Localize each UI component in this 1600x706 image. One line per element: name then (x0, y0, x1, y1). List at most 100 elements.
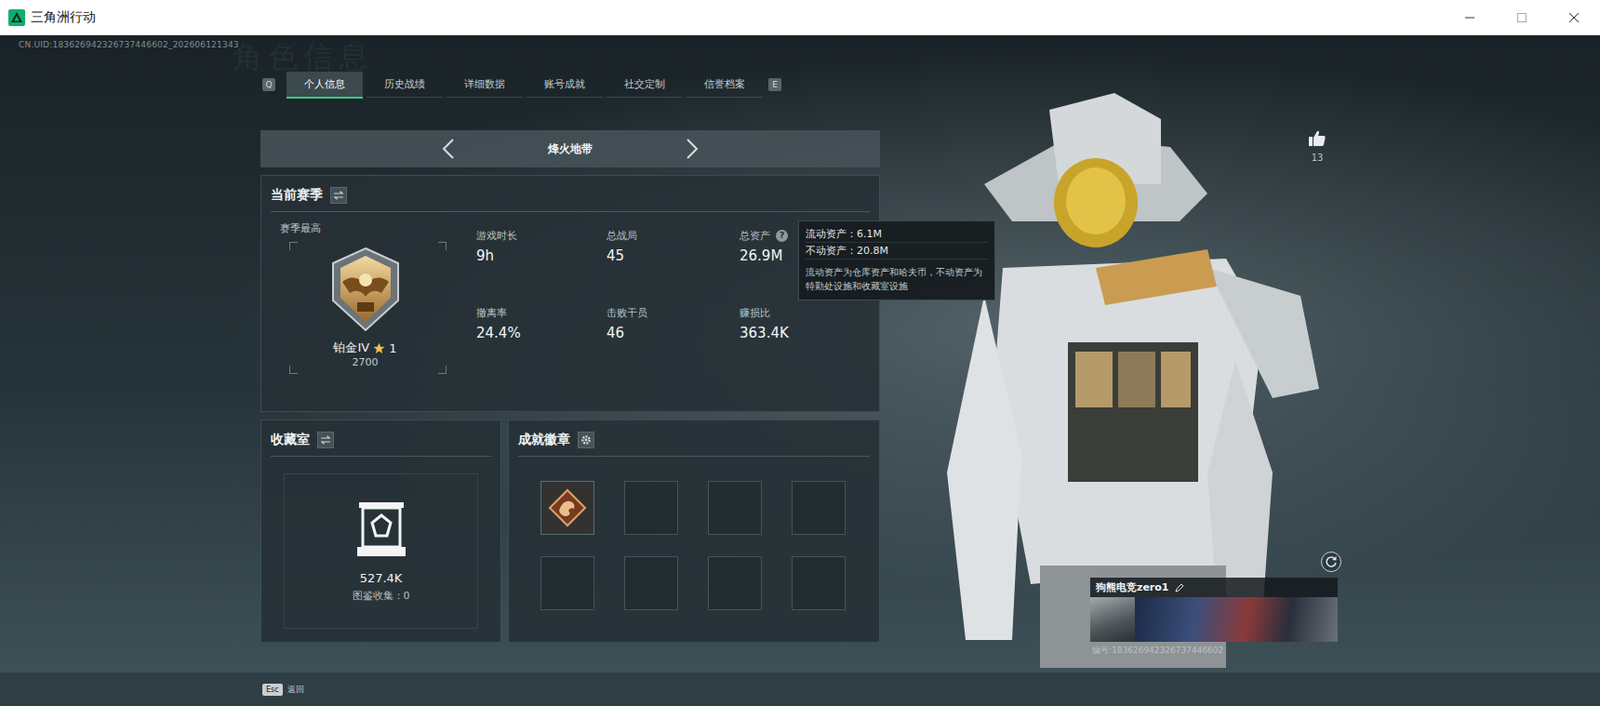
dragon-badge-icon (547, 488, 587, 528)
tab[interactable]: 详细数据 (446, 71, 523, 98)
season-body: 赛季最高铂金IV 1 2700 游戏时长 9h 总战局 45总资产?26.9M流动资产：6.… (270, 212, 870, 384)
title-bar: 三角洲行动 (0, 0, 1600, 36)
gear-icon (580, 434, 592, 446)
window-title: 三角洲行动 (30, 9, 96, 27)
close-button[interactable] (1547, 0, 1600, 35)
chevron-right-icon (685, 138, 699, 160)
collection-body[interactable]: 527.4K 图鉴收集：0 (283, 473, 479, 629)
stat-value: 9h (476, 247, 607, 265)
next-mode-button[interactable] (681, 134, 703, 163)
season-header: 当前赛季 (270, 183, 870, 213)
stat-value: 363.4K (739, 324, 870, 342)
stat-label: 总资产 (739, 228, 771, 243)
stat-label: 游戏时长 (476, 228, 518, 243)
catalog-count: 图鉴收集：0 (352, 588, 411, 603)
rank-badge-icon (323, 244, 408, 334)
edit-icon[interactable] (1174, 583, 1185, 593)
rank-name: 铂金IV (333, 339, 370, 357)
chevron-left-icon (441, 138, 455, 160)
stat: 撤离率24.4% (476, 306, 607, 384)
profile-screen: CN.UID:183626942326737446602_20260612134… (0, 35, 1600, 673)
player-name: 狗熊电竞zero1 (1095, 580, 1170, 595)
stat: 总资产?26.9M流动资产：6.1M不动资产：20.8M流动资产为仓库资产和哈夫… (739, 228, 870, 307)
badge-slots (518, 456, 870, 611)
tooltip-line: 流动资产：6.1M (805, 226, 988, 243)
avatar-image (1090, 597, 1135, 642)
bottom-cards: 收藏室 527.4K 图鉴收集：0 成就徽章 (260, 419, 880, 643)
esc-key: Esc (262, 683, 283, 696)
logo-icon (8, 9, 26, 27)
asset-tooltip: 流动资产：6.1M不动资产：20.8M 流动资产为仓库资产和哈夫币，不动资产为特勤… (798, 220, 996, 301)
badge-slot[interactable] (791, 480, 846, 535)
maximize-button[interactable] (1495, 0, 1548, 35)
badge-slot[interactable] (624, 480, 679, 535)
help-icon[interactable]: ? (775, 229, 788, 242)
season-title: 当前赛季 (270, 186, 323, 204)
achievements-settings-button[interactable] (577, 431, 595, 449)
stat-label: 击败干员 (606, 306, 648, 320)
stat: 游戏时长 9h (476, 228, 607, 307)
profile-card: 狗熊电竞zero1 编号:183626942326737446602 (1090, 577, 1338, 660)
minimize-button[interactable] (1443, 0, 1496, 35)
mode-label: 烽火地带 (542, 141, 599, 158)
maximize-icon (1516, 12, 1528, 24)
tooltip-line: 不动资产：20.8M (805, 242, 988, 260)
window-controls (1443, 0, 1600, 35)
rank-box: 赛季最高铂金IV 1 2700 (280, 221, 451, 380)
rank-stars: 1 (388, 341, 397, 356)
stat-value: 45 (606, 247, 740, 265)
badge-slot[interactable] (540, 480, 595, 535)
tab[interactable]: 信誉档案 (686, 71, 763, 98)
stats-grid: 游戏时长 9h 总战局 45总资产?26.9M流动资产：6.1M不动资产：20.8M流… (476, 221, 870, 384)
thumbs-up-icon (1307, 130, 1327, 147)
stat-label: 赚损比 (739, 306, 771, 320)
badge-slot[interactable] (624, 556, 679, 611)
profile-panel: 角色信息Q个人信息历史战绩详细数据账号成就社交定制信誉档案E烽火地带当前赛季赛季… (260, 35, 880, 643)
tab[interactable]: 账号成就 (526, 71, 603, 98)
stat-value: 24.4% (476, 324, 607, 342)
back-button[interactable]: Esc返回 (262, 683, 305, 696)
badge-slot[interactable] (791, 556, 846, 611)
tab[interactable]: 社交定制 (606, 71, 683, 98)
stat: 总战局 45 (606, 228, 740, 307)
display-case-icon (355, 500, 408, 560)
likes-count: 13 (1311, 152, 1324, 163)
rank-score: 2700 (352, 356, 379, 369)
achievements-title: 成就徽章 (518, 431, 571, 449)
tab-bar: Q 个人信息历史战绩详细数据账号成就社交定制信誉档案 E (260, 70, 880, 99)
rotate-button[interactable] (1320, 551, 1342, 573)
collection-value: 527.4K (360, 571, 403, 586)
prev-mode-button[interactable] (438, 134, 459, 163)
tab[interactable]: 历史战绩 (366, 71, 443, 98)
badge-slot[interactable] (707, 480, 762, 535)
collection-header: 收藏室 (270, 427, 492, 457)
profile-banner (1090, 597, 1338, 642)
rank-line: 铂金IV 1 (333, 339, 397, 357)
uid-label: CN.UID:183626942326737446602_20260612134… (18, 40, 240, 50)
close-icon (1568, 12, 1580, 24)
badge-slot[interactable] (540, 556, 595, 611)
season-switch-button[interactable] (330, 186, 347, 204)
collection-title: 收藏室 (270, 431, 310, 449)
achievements-header: 成就徽章 (518, 427, 870, 457)
player-id: 编号:183626942326737446602 (1090, 641, 1338, 660)
stat: 赚损比 363.4K (739, 306, 870, 384)
minimize-icon (1464, 12, 1476, 24)
swap-icon (333, 190, 345, 200)
season-best-label: 赛季最高 (280, 221, 321, 236)
prev-tab-key[interactable]: Q (262, 78, 276, 92)
tooltip-note: 流动资产为仓库资产和哈夫币，不动资产为特勤处设施和收藏室设施 (805, 265, 988, 294)
tab[interactable]: 个人信息 (286, 71, 363, 99)
badge-slot[interactable] (707, 556, 762, 611)
achievements-card: 成就徽章 (507, 419, 880, 643)
star-icon (373, 342, 386, 355)
season-card: 当前赛季赛季最高铂金IV 1 2700 游戏时长 9h 总战局 45总资产?26.9M流动资… (260, 174, 880, 413)
swap-icon (320, 435, 332, 445)
likes[interactable]: 13 (1307, 130, 1327, 163)
next-tab-key[interactable]: E (768, 78, 782, 92)
collection-switch-button[interactable] (317, 431, 334, 449)
refresh-icon (1324, 555, 1338, 569)
banner-image (1134, 597, 1338, 642)
stat-label: 总战局 (606, 228, 638, 243)
bottom-bar: Esc返回 (0, 672, 1600, 706)
